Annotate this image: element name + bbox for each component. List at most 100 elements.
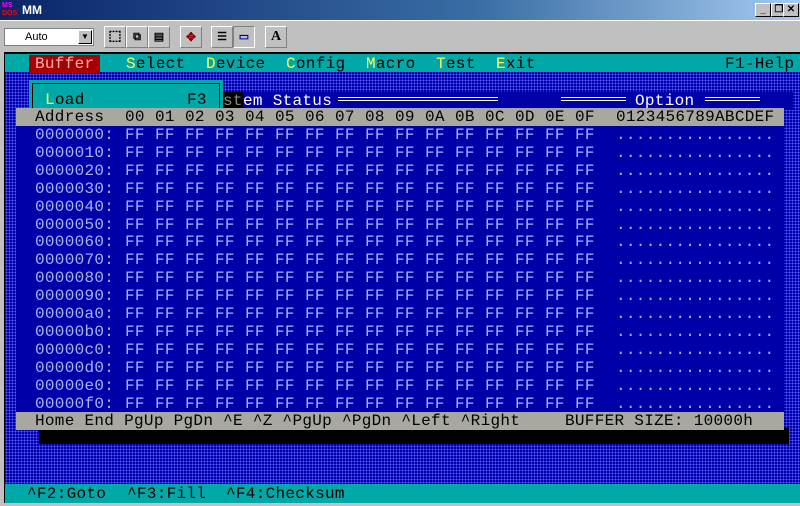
byte-cell[interactable]: FF — [275, 216, 295, 234]
byte-cell[interactable]: FF — [515, 126, 535, 144]
fullscreen-icon[interactable]: ✥ — [180, 26, 202, 48]
byte-cell[interactable]: FF — [305, 198, 325, 216]
byte-cell[interactable]: FF — [275, 395, 295, 413]
byte-cell[interactable]: FF — [185, 180, 205, 198]
paste-icon[interactable]: ▤ — [148, 26, 170, 48]
byte-cell[interactable]: FF — [485, 251, 505, 269]
byte-cell[interactable]: FF — [335, 162, 355, 180]
byte-cell[interactable]: FF — [545, 269, 565, 287]
byte-cell[interactable]: FF — [485, 305, 505, 323]
byte-cell[interactable]: FF — [275, 162, 295, 180]
byte-cell[interactable]: FF — [185, 359, 205, 377]
byte-cell[interactable]: FF — [575, 251, 595, 269]
byte-cell[interactable]: FF — [275, 144, 295, 162]
byte-cell[interactable]: FF — [455, 180, 475, 198]
byte-cell[interactable]: FF — [245, 198, 265, 216]
byte-cell[interactable]: FF — [365, 126, 385, 144]
byte-cell[interactable]: FF — [155, 216, 175, 234]
byte-cell[interactable]: FF — [575, 359, 595, 377]
byte-cell[interactable]: FF — [185, 269, 205, 287]
byte-cell[interactable]: FF — [515, 162, 535, 180]
byte-cell[interactable]: FF — [155, 126, 175, 144]
byte-cell[interactable]: FF — [485, 180, 505, 198]
byte-cell[interactable]: FF — [485, 287, 505, 305]
byte-cell[interactable]: FF — [245, 341, 265, 359]
byte-cell[interactable]: FF — [305, 126, 325, 144]
checksum-key[interactable]: ^F4:Checksum — [226, 485, 345, 503]
byte-cell[interactable]: FF — [545, 395, 565, 413]
byte-cell[interactable]: FF — [425, 269, 445, 287]
byte-cell[interactable]: FF — [425, 377, 445, 395]
byte-cell[interactable]: FF — [455, 251, 475, 269]
byte-cell[interactable]: FF — [155, 233, 175, 251]
byte-cell[interactable]: FF — [275, 126, 295, 144]
byte-cell[interactable]: FF — [485, 269, 505, 287]
byte-cell[interactable]: FF — [155, 162, 175, 180]
menu-select[interactable]: Select — [126, 55, 185, 73]
byte-cell[interactable]: FF — [245, 305, 265, 323]
byte-cell[interactable]: FF — [305, 269, 325, 287]
byte-cell[interactable]: FF — [305, 377, 325, 395]
byte-cell[interactable]: FF — [515, 269, 535, 287]
byte-cell[interactable]: FF — [155, 395, 175, 413]
byte-cell[interactable]: FF — [515, 377, 535, 395]
byte-cell[interactable]: FF — [485, 144, 505, 162]
byte-cell[interactable]: FF — [575, 395, 595, 413]
byte-cell[interactable]: FF — [515, 144, 535, 162]
byte-cell[interactable]: FF — [305, 341, 325, 359]
byte-cell[interactable]: FF — [395, 323, 415, 341]
byte-cell[interactable]: FF — [335, 144, 355, 162]
byte-cell[interactable]: FF — [305, 251, 325, 269]
byte-cell[interactable]: FF — [245, 162, 265, 180]
byte-cell[interactable]: FF — [185, 126, 205, 144]
byte-cell[interactable]: FF — [485, 233, 505, 251]
menu-buffer[interactable]: Buffer — [29, 55, 101, 73]
byte-cell[interactable]: FF — [425, 126, 445, 144]
byte-cell[interactable]: FF — [395, 359, 415, 377]
byte-cell[interactable]: FF — [305, 359, 325, 377]
byte-cell[interactable]: FF — [245, 180, 265, 198]
byte-cell[interactable]: FF — [125, 198, 145, 216]
goto-key[interactable]: ^F2:Goto — [27, 485, 106, 503]
background-icon[interactable]: ▭ — [233, 26, 255, 48]
byte-cell[interactable]: FF — [575, 287, 595, 305]
byte-cell[interactable]: FF — [425, 216, 445, 234]
byte-cell[interactable]: FF — [395, 216, 415, 234]
byte-cell[interactable]: FF — [335, 305, 355, 323]
byte-cell[interactable]: FF — [545, 216, 565, 234]
byte-cell[interactable]: FF — [215, 126, 235, 144]
byte-cell[interactable]: FF — [245, 323, 265, 341]
byte-cell[interactable]: FF — [485, 216, 505, 234]
byte-cell[interactable]: FF — [185, 233, 205, 251]
byte-cell[interactable]: FF — [545, 144, 565, 162]
byte-cell[interactable]: FF — [485, 341, 505, 359]
font-size-select[interactable]: Auto ▼ — [4, 28, 94, 46]
hex-grid[interactable]: 0000000: FF FF FF FF FF FF FF FF FF FF FF FF FF FF FF FF… — [16, 126, 784, 413]
byte-cell[interactable]: FF — [155, 287, 175, 305]
byte-cell[interactable]: FF — [125, 216, 145, 234]
byte-cell[interactable]: FF — [455, 126, 475, 144]
byte-cell[interactable]: FF — [215, 180, 235, 198]
fill-key[interactable]: ^F3:Fill — [127, 485, 206, 503]
menu-macro[interactable]: Macro — [366, 55, 416, 73]
byte-cell[interactable]: FF — [245, 216, 265, 234]
byte-cell[interactable]: FF — [155, 377, 175, 395]
byte-cell[interactable]: FF — [305, 180, 325, 198]
byte-cell[interactable]: FF — [335, 341, 355, 359]
byte-cell[interactable]: FF — [245, 144, 265, 162]
byte-cell[interactable]: FF — [545, 341, 565, 359]
byte-cell[interactable]: FF — [245, 233, 265, 251]
byte-cell[interactable]: FF — [275, 233, 295, 251]
byte-cell[interactable]: FF — [455, 233, 475, 251]
byte-cell[interactable]: FF — [185, 162, 205, 180]
byte-cell[interactable]: FF — [575, 341, 595, 359]
byte-cell[interactable]: FF — [545, 198, 565, 216]
byte-cell[interactable]: FF — [545, 251, 565, 269]
byte-cell[interactable]: FF — [245, 359, 265, 377]
byte-cell[interactable]: FF — [575, 180, 595, 198]
byte-cell[interactable]: FF — [185, 395, 205, 413]
byte-cell[interactable]: FF — [575, 377, 595, 395]
byte-cell[interactable]: FF — [365, 269, 385, 287]
byte-cell[interactable]: FF — [425, 305, 445, 323]
byte-cell[interactable]: FF — [305, 287, 325, 305]
